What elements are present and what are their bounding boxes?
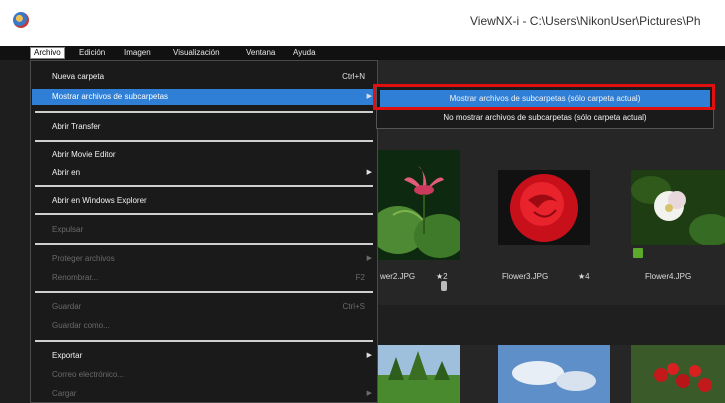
menu-separator [35,111,373,113]
sky-photo [498,345,610,403]
thumbnail-label-flower2: wer2.JPG [380,272,416,281]
menu-item-abrir-windows-explorer[interactable]: Abrir en Windows Explorer [32,193,377,209]
submenu-arrow-icon: ▶ [366,93,372,100]
menu-archivo[interactable]: Archivo [30,47,65,59]
berries-photo [631,345,725,403]
menu-item-abrir-transfer[interactable]: Abrir Transfer [32,119,377,135]
thumbnail-landscape[interactable] [378,345,460,403]
menu-ayuda[interactable]: Ayuda [290,47,319,59]
thumbnail-flower2[interactable] [378,150,460,260]
menu-bar: Archivo Edición Imagen Visualización Ven… [0,46,725,60]
submenu-arrow-icon: ▶ [366,352,372,359]
status-icon [633,248,643,258]
thumbnail-label-flower4: Flower4.JPG [645,272,692,281]
menu-separator [35,140,373,142]
menu-separator [35,213,373,215]
thumbnail-flower3[interactable] [498,170,590,245]
menu-visualizacion[interactable]: Visualización [170,47,223,59]
viewnx-app-icon[interactable] [13,12,29,28]
lotus-photo [378,150,460,260]
shortcut-label: F2 [355,273,365,282]
shortcut-label: Ctrl+S [342,302,365,311]
menu-separator [35,340,373,342]
menu-item-expulsar[interactable]: Expulsar [32,222,377,238]
archivo-menu: Nueva carpeta Ctrl+N Mostrar archivos de… [30,60,378,403]
window-title: ViewNX-i - C:\Users\NikonUser\Pictures\P… [470,14,701,28]
menu-imagen[interactable]: Imagen [121,47,154,59]
shortcut-label: Ctrl+N [342,72,365,81]
movie-indicator-icon [441,281,447,291]
submenu-item-no-mostrar[interactable]: No mostrar archivos de subcarpetas (sólo… [380,109,710,126]
left-panel [0,60,30,403]
callout-highlight-box [373,84,715,110]
menu-separator [35,185,373,187]
menu-item-abrir-movie-editor[interactable]: Abrir Movie Editor [32,147,377,163]
group-separator [378,305,725,345]
menu-item-exportar[interactable]: Exportar ▶ [32,348,377,364]
rating-flower2: ★2 [436,272,448,281]
menu-item-correo-electronico[interactable]: Correo electrónico... [32,367,377,383]
menu-item-guardar[interactable]: Guardar Ctrl+S [32,299,377,315]
thumbnail-sky[interactable] [498,345,610,403]
menu-ventana[interactable]: Ventana [243,47,278,59]
rating-flower3: ★4 [578,272,590,281]
rose-photo [498,170,590,245]
menu-item-abrir-en[interactable]: Abrir en ▶ [32,165,377,181]
landscape-photo [378,345,460,403]
title-bar: ViewNX-i - C:\Users\NikonUser\Pictures\P… [0,0,725,46]
menu-item-proteger-archivos[interactable]: Proteger archivos ▶ [32,251,377,267]
thumbnail-flower4[interactable] [631,170,725,245]
menu-item-cargar[interactable]: Cargar ▶ [32,386,377,402]
menu-separator [35,291,373,293]
submenu-arrow-icon: ▶ [366,169,372,176]
menu-separator [35,243,373,245]
submenu-arrow-icon: ▶ [366,255,372,262]
menu-edicion[interactable]: Edición [76,47,108,59]
white-flower-photo [631,170,725,245]
menu-item-renombrar[interactable]: Renombrar... F2 [32,270,377,286]
menu-item-mostrar-subcarpetas[interactable]: Mostrar archivos de subcarpetas ▶ [32,89,377,105]
thumbnail-label-flower3: Flower3.JPG [502,272,549,281]
thumbnail-berries[interactable] [631,345,725,403]
menu-item-nueva-carpeta[interactable]: Nueva carpeta Ctrl+N [32,69,377,85]
submenu-arrow-icon: ▶ [366,390,372,397]
menu-item-guardar-como[interactable]: Guardar como... [32,318,377,334]
